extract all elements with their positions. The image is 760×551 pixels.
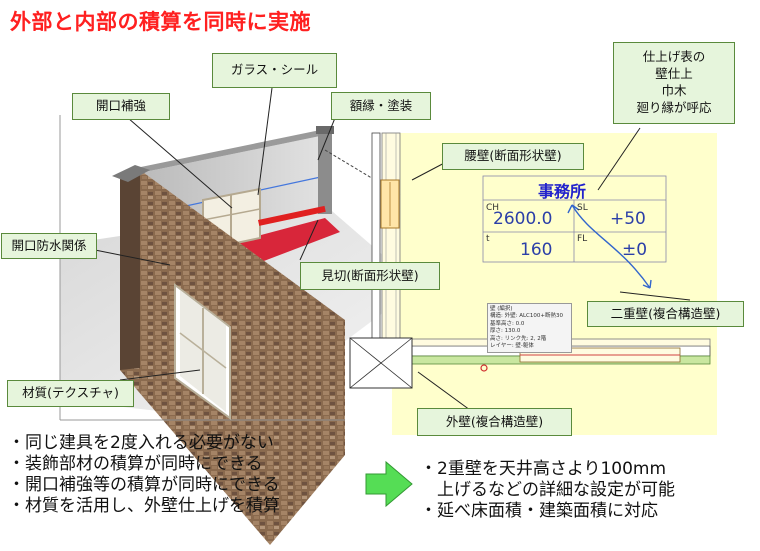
bullet-item: ・材質を活用し、外壁仕上げを積算 xyxy=(8,496,280,516)
tooltip-line: 構造: 外壁: ALC100+断熱30 xyxy=(490,313,563,320)
bullet-item: ・延べ床面積・建築面積に対応 xyxy=(420,501,658,521)
sl-value: +50 xyxy=(610,209,646,229)
bullet-item: 上げるなどの詳細な設定が可能 xyxy=(420,480,675,500)
callout-material: 材質(テクスチャ) xyxy=(7,380,134,407)
bullets-left: ・同じ建具を2度入れる必要がない ・装飾部材の積算が同時にできる ・開口補強等の… xyxy=(8,433,280,517)
bullets-right: ・2重壁を天井高さより100mm 上げるなどの詳細な設定が可能 ・延べ床面積・建… xyxy=(420,459,675,522)
callout-finish-table: 仕上げ表の 壁仕上 巾木 廻り縁が呼応 xyxy=(613,42,735,124)
callout-glass-seal: ガラス・シール xyxy=(212,53,337,88)
callout-outer-wall: 外壁(複合構造壁) xyxy=(417,408,572,436)
tooltip-line: レイヤー: 壁-躯体 xyxy=(490,343,534,350)
callout-opening-waterproof: 開口防水関係 xyxy=(1,233,97,259)
finish-table-line: 壁仕上 xyxy=(655,66,693,82)
bullet-item: ・2重壁を天井高さより100mm xyxy=(420,459,667,479)
tooltip-line: 厚さ: 130.0 xyxy=(490,328,521,335)
sl-label: SL xyxy=(577,203,588,213)
callout-koshikabe: 腰壁(断面形状壁) xyxy=(442,143,584,170)
fl-label: FL xyxy=(577,234,588,244)
finish-table-line: 巾木 xyxy=(661,83,687,98)
finish-table-line: 仕上げ表の xyxy=(642,49,706,65)
room-name: 事務所 xyxy=(538,182,587,201)
finish-table-line: 廻り縁が呼応 xyxy=(636,99,712,115)
bullet-item: ・開口補強等の積算が同時にできる xyxy=(8,475,280,495)
bullet-item: ・同じ建具を2度入れる必要がない xyxy=(8,433,274,453)
callout-double-wall: 二重壁(複合構造壁) xyxy=(587,301,744,327)
callout-opening-reinforce: 開口補強 xyxy=(72,93,170,120)
element-tooltip: 壁 (編択) 構造: 外壁: ALC100+断熱30 基準高さ: 0.0 厚さ:… xyxy=(487,303,572,353)
callout-frame-paint: 額縁・塗装 xyxy=(331,92,431,120)
green-arrow-icon xyxy=(365,460,413,508)
fl-value: ±0 xyxy=(622,240,648,260)
bullet-item: ・装飾部材の積算が同時にできる xyxy=(8,454,263,474)
tooltip-line: 高さ: リンク先: 2, 2階 xyxy=(490,335,547,342)
callout-mikiri: 見切(断面形状壁) xyxy=(300,262,440,290)
t-label: t xyxy=(486,234,490,244)
t-value: 160 xyxy=(520,240,553,260)
ch-value: 2600.0 xyxy=(493,209,553,229)
